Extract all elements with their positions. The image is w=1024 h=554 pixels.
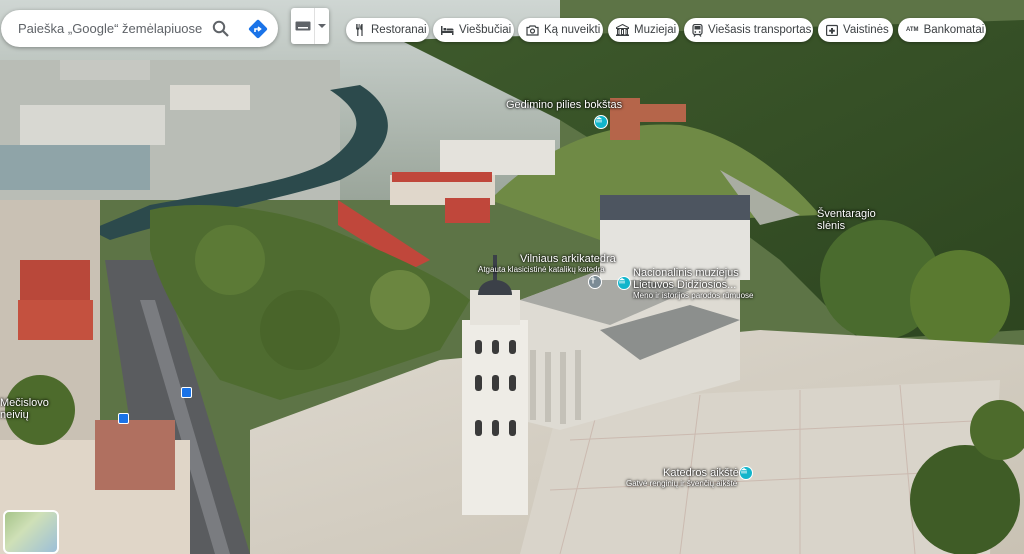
pharmacy-icon [826, 23, 838, 37]
museum-pin-icon[interactable] [617, 276, 631, 290]
search-bar [1, 10, 278, 47]
chip-hotels[interactable]: Viešbučiai [433, 18, 514, 42]
place-label-valley[interactable]: Šventaragio slėnis [817, 208, 876, 232]
chip-restaurants[interactable]: Restoranai [346, 18, 429, 42]
aerial-3d-view [0, 0, 1024, 554]
church-pin-icon[interactable] [588, 275, 602, 289]
chip-atms[interactable]: ATM Bankomatai [898, 18, 986, 42]
atm-icon: ATM [906, 27, 919, 33]
fork-knife-icon [354, 23, 366, 37]
layer-toggle[interactable] [291, 8, 329, 44]
place-label-gediminas-tower[interactable]: Gedimino pilies bokštas [506, 99, 622, 111]
museum-pin-icon[interactable] [594, 115, 608, 129]
chip-label: Vaistinės [843, 24, 889, 36]
chip-label: Bankomatai [923, 24, 985, 36]
chip-label: Restoranai [371, 24, 427, 36]
chevron-down-icon[interactable] [314, 8, 329, 44]
search-icon[interactable] [211, 19, 231, 39]
chip-label: Viešasis transportas [708, 24, 812, 36]
bus-stop-icon[interactable] [118, 413, 129, 424]
street-label[interactable]: Mečislovo neivių [0, 397, 49, 421]
train-icon [692, 23, 703, 37]
map-canvas[interactable]: Gedimino pilies bokštas Šventaragio slėn… [0, 0, 1024, 554]
search-input[interactable] [16, 20, 210, 37]
bed-icon [441, 23, 454, 37]
place-label-cathedral[interactable]: Vilniaus arkikatedra [520, 253, 616, 265]
directions-icon[interactable] [247, 18, 269, 40]
chip-things-to-do[interactable]: Ką nuveikti [518, 18, 603, 42]
chip-label: Ką nuveikti [544, 24, 601, 36]
museum-icon [616, 23, 629, 37]
place-label-cathedral-subtitle: Atgauta klasicistinė katalikų katedra [478, 265, 605, 274]
place-label-national-museum[interactable]: Nacionalinis muziejus Lietuvos Didžiosio… [633, 267, 739, 291]
chip-label: Muziejai [634, 24, 677, 36]
chip-public-transport[interactable]: Viešasis transportas [684, 18, 813, 42]
layers-thumbnail[interactable] [3, 510, 59, 554]
camera-icon [526, 23, 539, 37]
place-label-cathedral-square-subtitle: Gatvė renginių ir švenčių aikštė [626, 479, 738, 488]
place-label-cathedral-square[interactable]: Katedros aikštė [663, 467, 739, 479]
place-label-national-museum-subtitle: Meno ir istorijos parodos rūmuose [633, 291, 754, 300]
bus-stop-icon[interactable] [181, 387, 192, 398]
keyboard-icon[interactable] [291, 8, 314, 44]
museum-pin-icon[interactable] [739, 466, 753, 480]
chip-label: Viešbučiai [459, 24, 512, 36]
chip-museums[interactable]: Muziejai [608, 18, 679, 42]
chip-pharmacies[interactable]: Vaistinės [818, 18, 893, 42]
